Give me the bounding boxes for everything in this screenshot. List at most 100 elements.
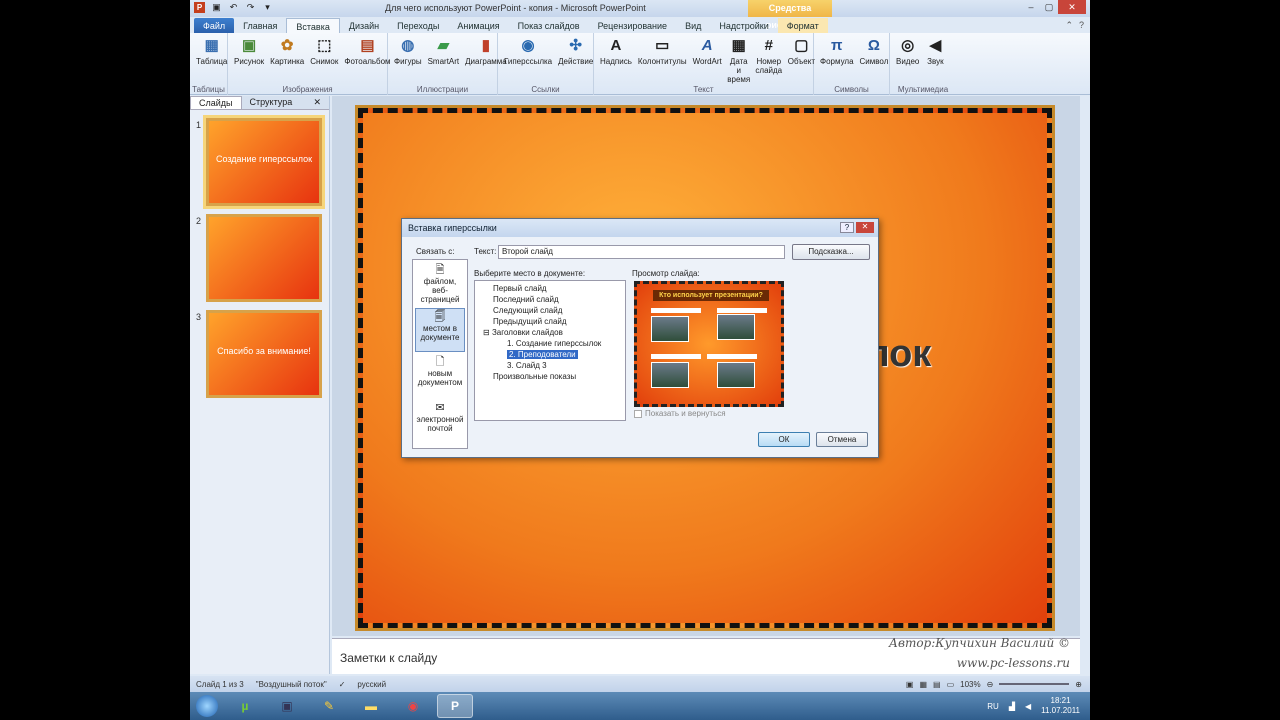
ok-button[interactable]: ОК <box>758 432 810 447</box>
link-new-document[interactable]: 🗋 новым документом <box>415 354 465 398</box>
minimize-button[interactable]: – <box>1022 0 1040 14</box>
folder-icon[interactable]: ▬ <box>353 694 389 718</box>
help-icon[interactable]: ? <box>1079 20 1084 31</box>
language[interactable]: русский <box>357 680 386 689</box>
preview-image <box>651 362 689 388</box>
network-icon[interactable]: ▟ <box>1009 702 1015 711</box>
start-button[interactable] <box>190 693 224 719</box>
close-icon[interactable]: ✕ <box>856 222 874 233</box>
link-email[interactable]: ✉ электронной почтой <box>415 400 465 444</box>
zoom-out-icon[interactable]: ⊖ <box>987 680 994 689</box>
object-label: Объект <box>787 57 816 66</box>
tree-item-selected[interactable]: 2. Преподователи <box>477 349 623 360</box>
tab-slideshow[interactable]: Показ слайдов <box>509 18 589 34</box>
link-to-label: Связать с: <box>416 247 455 256</box>
drawing-tools-context: Средства рисования <box>748 0 832 30</box>
tab-format[interactable]: Формат <box>777 18 828 34</box>
hyperlink-icon: ◉ <box>521 36 535 54</box>
tab-animations[interactable]: Анимация <box>448 18 508 34</box>
tree-item[interactable]: Следующий слайд <box>477 305 623 316</box>
slide-number: 2 <box>196 216 202 226</box>
tab-addins[interactable]: Надстройки <box>710 18 777 34</box>
smartart-icon: ▰ <box>437 36 450 54</box>
normal-view-icon[interactable]: ▣ <box>906 680 914 689</box>
powerpoint-taskbar-icon[interactable]: P <box>437 694 473 718</box>
customize-toolbar-icon[interactable]: ▾ <box>262 2 273 13</box>
spellcheck-icon[interactable]: ✓ <box>339 680 346 689</box>
zoom-level[interactable]: 103% <box>960 680 980 689</box>
slide-thumbnail[interactable] <box>206 214 322 302</box>
group-images: ▣ Рисунок ✿ Картинка ⬚ Снимок ▤ Фотоальбом И… <box>228 33 391 95</box>
maximize-button[interactable]: ▢ <box>1040 0 1058 14</box>
tab-outline[interactable]: Структура <box>242 96 301 109</box>
action-label: Действие <box>558 57 594 66</box>
utorrent-icon[interactable]: µ <box>227 694 263 718</box>
slideshow-view-icon[interactable]: ▭ <box>947 680 955 689</box>
display-text-input[interactable]: Второй слайд <box>498 245 785 259</box>
text-label: Текст: <box>474 247 497 256</box>
chrome-icon[interactable]: ◉ <box>395 694 431 718</box>
title-bar: P ▣ ↶ ↷ ▾ Для чего используют PowerPoint… <box>190 0 1090 30</box>
language-indicator[interactable]: RU <box>987 702 999 711</box>
tree-item-label: Заголовки слайдов <box>491 328 563 337</box>
photoalbum-label: Фотоальбом <box>344 57 391 66</box>
windows-logo-icon <box>196 695 218 717</box>
pen-tool-icon[interactable]: ✎ <box>311 694 347 718</box>
link-option-label: новым документом <box>417 369 463 387</box>
tab-design[interactable]: Дизайн <box>340 18 388 34</box>
undo-icon[interactable]: ↶ <box>228 2 239 13</box>
tab-view[interactable]: Вид <box>676 18 710 34</box>
zoom-slider[interactable] <box>999 683 1070 685</box>
tree-item[interactable]: Предыдущий слайд <box>477 316 623 327</box>
clock[interactable]: 18:21 11.07.2011 <box>1041 696 1080 716</box>
close-icon[interactable]: ✕ <box>305 96 329 109</box>
theme-name[interactable]: "Воздушный поток" <box>256 680 327 689</box>
volume-icon[interactable]: ◀ <box>1025 702 1031 711</box>
film-icon: ◎ <box>901 36 915 54</box>
tree-item[interactable]: Последний слайд <box>477 294 623 305</box>
slides-panel: Слайды Структура ✕ 1 Создание гиперссыло… <box>190 96 330 674</box>
quick-access-toolbar: P ▣ ↶ ↷ ▾ <box>194 2 273 13</box>
save-disk-icon[interactable]: ▣ <box>269 694 305 718</box>
tree-item[interactable]: 3. Слайд 3 <box>477 360 623 371</box>
tab-home[interactable]: Главная <box>234 18 286 34</box>
tab-review[interactable]: Рецензирование <box>589 18 677 34</box>
help-icon[interactable]: ? <box>840 222 854 233</box>
slide-thumbnail[interactable]: Создание гиперссылок <box>203 115 325 209</box>
tab-insert[interactable]: Вставка <box>286 18 340 34</box>
reading-view-icon[interactable]: ▤ <box>933 680 941 689</box>
group-illustrations: ◍ Фигуры ▰ SmartArt ▮ Диаграмма Иллюстрации <box>388 33 507 95</box>
zoom-in-icon[interactable]: ⊕ <box>1075 680 1082 689</box>
collapse-icon[interactable]: ⊟ <box>483 328 492 337</box>
hyperlink-label: Гиперссылка <box>504 57 553 66</box>
tree-item[interactable]: 1. Создание гиперссылок <box>477 338 623 349</box>
group-caption: Символы <box>834 85 869 94</box>
screentip-button[interactable]: Подсказка... <box>792 244 870 260</box>
tree-item-label: Первый слайд <box>493 284 547 293</box>
group-caption: Мультимедиа <box>897 85 949 94</box>
sorter-view-icon[interactable]: ▦ <box>919 680 927 689</box>
equation-label: Формула <box>820 57 854 66</box>
preview-image <box>717 314 755 340</box>
show-and-return[interactable]: Показать и вернуться <box>634 409 726 418</box>
tab-slides[interactable]: Слайды <box>190 96 242 109</box>
cancel-button[interactable]: Отмена <box>816 432 868 447</box>
link-file-webpage[interactable]: 🗎 файлом, веб-страницей <box>415 262 465 306</box>
tree-group[interactable]: ⊟ Заголовки слайдов <box>477 327 623 338</box>
tab-transitions[interactable]: Переходы <box>388 18 448 34</box>
redo-icon[interactable]: ↷ <box>245 2 256 13</box>
link-place-in-document[interactable]: 🗐 местом в документе <box>415 308 465 352</box>
slide-thumbnail[interactable]: Спасибо за внимание! <box>206 310 322 398</box>
preview-caption <box>717 308 767 313</box>
preview-image <box>651 316 689 342</box>
tree-item[interactable]: Первый слайд <box>477 283 623 294</box>
checkbox[interactable] <box>634 409 642 418</box>
close-button[interactable]: ✕ <box>1058 0 1086 14</box>
tree-item[interactable]: Произвольные показы <box>477 371 623 382</box>
document-place-tree[interactable]: Первый слайд Последний слайд Следующий с… <box>474 280 626 421</box>
powerpoint-logo-icon[interactable]: P <box>194 2 205 13</box>
tab-file[interactable]: Файл <box>194 18 235 34</box>
minimize-ribbon-icon[interactable]: ⌃ <box>1065 20 1073 31</box>
save-icon[interactable]: ▣ <box>211 2 222 13</box>
link-to-sidebar: 🗎 файлом, веб-страницей 🗐 местом в докумен… <box>412 259 468 449</box>
